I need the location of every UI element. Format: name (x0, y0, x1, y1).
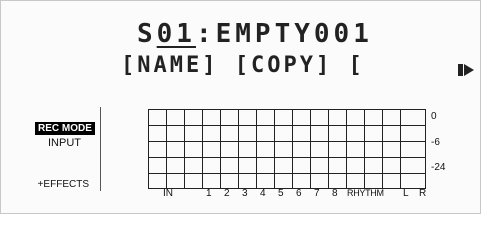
rec-mode-label[interactable]: REC MODE (35, 122, 95, 135)
menu-divider (100, 107, 101, 191)
more-button[interactable]: [ (348, 53, 364, 78)
channel-label: 1 (206, 188, 212, 199)
song-title: S01:EMPTY001 (137, 19, 373, 49)
channel-label: 4 (260, 188, 266, 199)
song-number[interactable]: 01 (157, 19, 196, 49)
channel-label: 3 (242, 188, 248, 199)
channel-label: 2 (224, 188, 230, 199)
channel-label: R (419, 188, 427, 199)
copy-button[interactable]: [COPY] (235, 53, 332, 78)
scale-minus24db: -24 (431, 162, 446, 173)
channel-label: IN (163, 188, 173, 199)
channel-label: L (403, 188, 409, 199)
scale-0db: 0 (431, 111, 437, 122)
scroll-right-icon[interactable] (457, 61, 479, 79)
channel-label: RHYTHM (347, 188, 384, 198)
level-meter-grid (148, 109, 426, 189)
channel-label: 5 (278, 188, 284, 199)
scale-minus6db: -6 (431, 137, 440, 148)
submenu-row: [NAME] [COPY] [ (121, 53, 365, 78)
channel-label: 7 (314, 188, 320, 199)
effects-menu-item[interactable]: +EFFECTS (1, 179, 89, 190)
name-button[interactable]: [NAME] (121, 53, 218, 78)
channel-label: 8 (332, 188, 338, 199)
input-menu-item[interactable]: INPUT (1, 137, 81, 149)
lcd-screen: S01:EMPTY001 [NAME] [COPY] [ REC MODE IN… (0, 0, 481, 214)
channel-label: 6 (296, 188, 302, 199)
